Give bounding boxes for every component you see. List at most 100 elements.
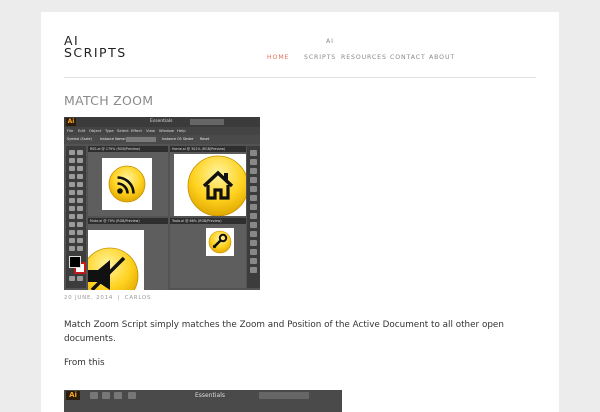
menu-view: View [146, 128, 156, 133]
type-tool-icon [77, 166, 83, 171]
swatches-panel-icon [250, 168, 257, 174]
nav-item-about[interactable]: ABOUT [429, 54, 455, 61]
scale-tool-icon [77, 190, 83, 195]
site-logo[interactable]: AI SCRIPTS [64, 34, 127, 60]
arrange-documents-icon [114, 392, 122, 399]
document-tab-label: Tools.ai @ 66% (RGB/Preview) [172, 219, 222, 223]
zoom-tool-icon [77, 246, 83, 251]
lasso-tool-icon [77, 158, 83, 163]
align-panel-icon [250, 258, 257, 264]
slice-tool-icon [77, 238, 83, 243]
nav-item-contact[interactable]: CONTACT [390, 54, 426, 61]
header-divider [64, 77, 536, 78]
direct-selection-tool-icon [77, 150, 83, 155]
illustrator-screenshot-2[interactable]: Ai Essentials [64, 390, 342, 412]
tools-panel [66, 146, 86, 288]
drawing-mode-icon [69, 276, 75, 281]
nav-item-ai-scripts-line2: SCRIPTS [304, 54, 337, 61]
bridge-icon [90, 392, 98, 399]
artboard [174, 154, 246, 216]
fill-swatch-icon [69, 256, 81, 268]
illustrator-logo-icon: Ai [66, 391, 80, 400]
control-reset-label: Reset [200, 137, 210, 141]
panel-dock [247, 146, 260, 288]
brushes-panel-icon [250, 177, 257, 183]
gradient-panel-icon [250, 204, 257, 210]
post-author-link[interactable]: CARLOS [125, 295, 151, 301]
rectangle-tool-icon [77, 174, 83, 179]
control-symbol-label: Symbol (Scale) [67, 137, 92, 141]
graph-tool-icon [77, 230, 83, 235]
mesh-tool-icon [69, 214, 75, 219]
menu-type: Type [105, 128, 114, 133]
menu-window: Window [159, 128, 174, 133]
stroke-panel-icon [250, 195, 257, 201]
gradient-tool-icon [77, 214, 83, 219]
nav-item-resources[interactable]: RESOURCES [341, 54, 387, 61]
artboard [88, 230, 144, 290]
color-panel-icon [250, 150, 257, 156]
stock-icon [102, 392, 110, 399]
transparency-panel-icon [250, 213, 257, 219]
workspace-label: Essentials [150, 119, 173, 124]
document-window-mute[interactable]: Mute.ai @ 79% (RGB/Preview) [88, 218, 168, 290]
hand-tool-icon [69, 246, 75, 251]
free-transform-tool-icon [77, 198, 83, 203]
post-date-link[interactable]: 20 JUNE, 2014 [64, 295, 113, 301]
page-card: AI SCRIPTS HOME AI SCRIPTS RESOURCES CON… [41, 12, 559, 412]
post-meta: 20 JUNE, 2014 | CARLOS [64, 295, 151, 301]
nav-item-home[interactable]: HOME [267, 54, 289, 61]
control-bar: Symbol (Scale) Instance Name: Instance O… [64, 135, 260, 144]
document-window-rss[interactable]: RSS.ai @ 179% (RGB/Preview) [88, 146, 168, 216]
app-title-bar: Ai Essentials [64, 117, 260, 127]
selection-tool-icon [69, 150, 75, 155]
blend-tool-icon [77, 222, 83, 227]
pencil-tool-icon [77, 182, 83, 187]
menu-select: Select [117, 128, 129, 133]
post-title[interactable]: MATCH ZOOM [64, 93, 153, 108]
document-tab-label: RSS.ai @ 179% (RGB/Preview) [90, 147, 140, 151]
artboard-tool-icon [69, 238, 75, 243]
main-nav: HOME AI SCRIPTS RESOURCES CONTACT ABOUT [259, 38, 559, 68]
document-tab[interactable]: RSS.ai @ 179% (RGB/Preview) [88, 146, 168, 152]
document-tab-label: Mute.ai @ 79% (RGB/Preview) [90, 219, 140, 223]
document-tab[interactable]: Tools.ai @ 66% (RGB/Preview) [170, 218, 246, 224]
illustrator-logo-icon: Ai [66, 118, 76, 126]
mute-icon [88, 247, 139, 290]
artboards-panel-icon [250, 249, 257, 255]
document-tab[interactable]: Mute.ai @ 79% (RGB/Preview) [88, 218, 168, 224]
magic-wand-tool-icon [69, 158, 75, 163]
workspace-label: Essentials [195, 392, 226, 399]
search-box [259, 392, 309, 399]
symbols-panel-icon [250, 186, 257, 192]
gpu-performance-icon [128, 392, 136, 399]
menu-effect: Effect [131, 128, 142, 133]
graphic-styles-panel-icon [250, 231, 257, 237]
control-instance-field [126, 137, 156, 142]
screen-mode-icon [77, 276, 83, 281]
control-instance-label: Instance Name: [100, 137, 126, 141]
pen-tool-icon [69, 166, 75, 171]
document-tab-label: Home.ai @ 301% (RGB/Preview) [172, 147, 226, 151]
app-menu-bar: File Edit Object Type Select Effect View… [64, 127, 260, 135]
perspective-tool-icon [77, 206, 83, 211]
document-window-tools[interactable]: Tools.ai @ 66% (RGB/Preview) [170, 218, 246, 288]
nav-item-ai-scripts-line1: AI [326, 38, 334, 45]
eyedropper-tool-icon [69, 222, 75, 227]
wrench-icon [208, 230, 232, 254]
control-edit-label: Instance Of: Stroke [162, 137, 194, 141]
menu-edit: Edit [78, 128, 86, 133]
logo-line-2: SCRIPTS [64, 45, 127, 60]
symbol-sprayer-tool-icon [69, 230, 75, 235]
rss-icon [108, 165, 146, 203]
post-body-paragraph: Match Zoom Script simply matches the Zoo… [64, 320, 504, 344]
artboard [102, 158, 152, 210]
document-tab[interactable]: Home.ai @ 301% (RGB/Preview) [170, 146, 246, 152]
width-tool-icon [69, 198, 75, 203]
search-box [190, 119, 224, 125]
rotate-tool-icon [69, 190, 75, 195]
illustrator-screenshot[interactable]: Ai Essentials File Edit Object Type Sele… [64, 117, 260, 290]
document-window-home[interactable]: Home.ai @ 301% (RGB/Preview) [170, 146, 246, 216]
brush-tool-icon [69, 182, 75, 187]
menu-file: File [67, 128, 74, 133]
